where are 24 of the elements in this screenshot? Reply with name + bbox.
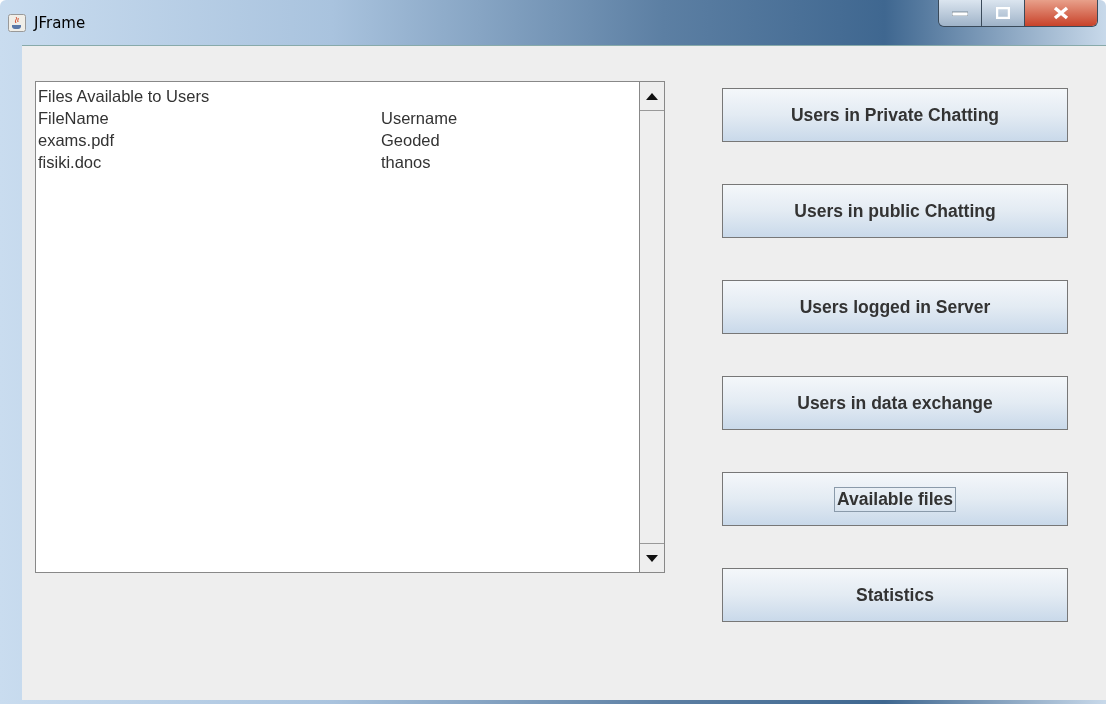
heading-text: Files Available to Users (38, 86, 210, 107)
close-button[interactable] (1024, 0, 1097, 26)
action-button[interactable]: Users logged in Server (722, 280, 1068, 334)
scrollbar[interactable] (639, 82, 664, 572)
file-name-text: FileName (38, 109, 109, 127)
action-button[interactable]: Users in public Chatting (722, 184, 1068, 238)
close-icon (1053, 6, 1069, 20)
username-text: Username (381, 108, 458, 129)
action-button[interactable]: Statistics (722, 568, 1068, 622)
username-text: Geoded (381, 130, 440, 151)
java-cup-icon (8, 13, 26, 32)
file-name-text: exams.pdf (38, 131, 115, 149)
maximize-button[interactable] (981, 0, 1024, 26)
text-area[interactable]: Files Available to Users FileName Username exams.pdf Geoded fisiki.doc thanos (35, 81, 665, 573)
minimize-icon (952, 10, 968, 16)
up-arrow-icon (646, 92, 658, 100)
action-button[interactable]: Available files (722, 472, 1068, 526)
file-name-text: fisiki.doc (38, 153, 102, 171)
maximize-icon (996, 7, 1010, 19)
action-button[interactable]: Users in data exchange (722, 376, 1068, 430)
window-title: JFrame (34, 13, 86, 32)
username-text: thanos (381, 152, 431, 173)
action-button[interactable]: Users in Private Chatting (722, 88, 1068, 142)
down-arrow-icon (646, 554, 658, 562)
